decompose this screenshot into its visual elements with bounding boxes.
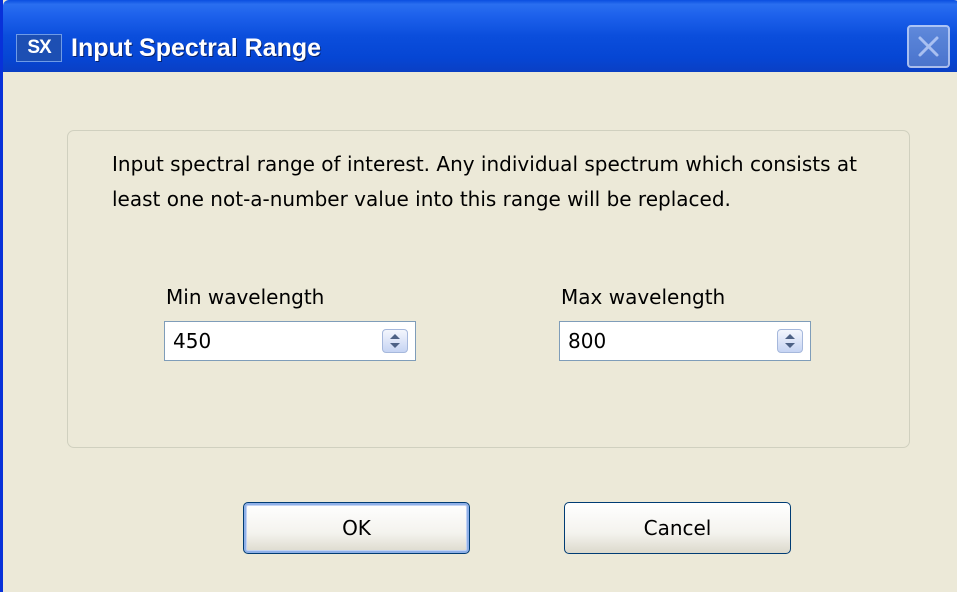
max-spin-arrows[interactable] bbox=[777, 329, 803, 353]
min-wavelength-label: Min wavelength bbox=[166, 285, 325, 309]
ok-button[interactable]: OK bbox=[243, 502, 470, 554]
close-icon bbox=[918, 36, 939, 57]
instructions-text: Input spectral range of interest. Any in… bbox=[112, 152, 857, 211]
sx-app-icon: SX bbox=[16, 34, 62, 62]
min-spin-arrows[interactable] bbox=[382, 329, 408, 353]
dialog-window: SX Input Spectral Range Input spectral r… bbox=[0, 0, 957, 592]
title-bar[interactable]: SX Input Spectral Range bbox=[3, 0, 957, 72]
window-title: Input Spectral Range bbox=[71, 34, 322, 62]
close-button[interactable] bbox=[907, 25, 950, 68]
spin-arrows-icon bbox=[785, 334, 795, 348]
spin-arrows-icon bbox=[390, 334, 400, 348]
max-wavelength-value[interactable]: 800 bbox=[568, 327, 606, 355]
min-wavelength-value[interactable]: 450 bbox=[173, 327, 211, 355]
cancel-button[interactable]: Cancel bbox=[564, 502, 791, 554]
max-wavelength-label: Max wavelength bbox=[561, 285, 726, 309]
max-wavelength-spinner[interactable]: 800 bbox=[559, 321, 811, 361]
min-wavelength-spinner[interactable]: 450 bbox=[164, 321, 416, 361]
